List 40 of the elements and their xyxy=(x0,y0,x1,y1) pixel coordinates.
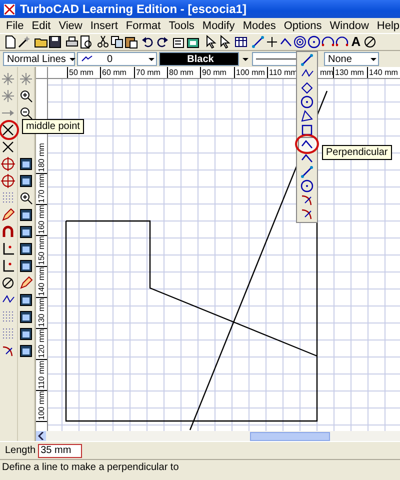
ruler-label: 70 mm xyxy=(134,67,160,78)
ruler-label: 110 mm xyxy=(36,360,47,391)
ruler-label: 50 mm xyxy=(67,67,94,78)
menu-item[interactable]: View xyxy=(54,18,86,33)
fill-dropdown[interactable]: None xyxy=(324,52,379,66)
menu-item[interactable]: Options xyxy=(280,18,326,33)
menu-item[interactable]: Tools xyxy=(164,18,198,33)
ruler-label: 100 mm xyxy=(234,67,265,78)
length-field[interactable]: 35 mm xyxy=(38,444,82,458)
ruler-label: 130 mm xyxy=(333,67,364,78)
ruler-label: 170 mm xyxy=(36,174,47,205)
ruler-label: 180 mm xyxy=(36,143,47,174)
ruler-label: 90 mm xyxy=(200,67,226,78)
ruler-label: 100 mm xyxy=(36,391,47,422)
menu-item[interactable]: Modes xyxy=(238,18,280,33)
toolbar-button[interactable]: A xyxy=(349,34,363,50)
menu-item[interactable]: Format xyxy=(122,18,165,33)
tooltip: middle point xyxy=(22,119,84,134)
ruler-label: 60 mm xyxy=(100,67,126,78)
ruler-label: 130 mm xyxy=(36,298,47,329)
menu-item[interactable]: File xyxy=(2,18,28,33)
menu-item[interactable]: Help xyxy=(372,18,400,33)
ruler-label: 140 mm xyxy=(36,267,47,298)
menu-item[interactable]: Window xyxy=(326,18,373,33)
tooltip: Perpendicular xyxy=(322,145,392,160)
menu-item[interactable]: Modify xyxy=(198,18,239,33)
menu-item[interactable]: Edit xyxy=(28,18,55,33)
ruler-label: mm xyxy=(319,67,334,78)
layer-dropdown[interactable]: 0 xyxy=(77,52,157,66)
ruler-label: 150 mm xyxy=(36,236,47,267)
ruler-label: 140 mm xyxy=(367,67,398,78)
menu-item[interactable]: Insert xyxy=(86,18,122,33)
length-label: Length xyxy=(5,445,36,456)
window-title: TurboCAD Learning Edition - [escocia1] xyxy=(20,2,246,16)
ruler-label: 160 mm xyxy=(36,205,47,236)
line-style-dropdown[interactable]: Normal Lines xyxy=(3,52,75,66)
ruler-label: 80 mm xyxy=(167,67,194,78)
status-message: Define a line to make a perpendicular to xyxy=(0,459,400,475)
color-dropdown[interactable]: Black xyxy=(159,52,239,66)
ruler-label: 120 mm xyxy=(36,329,47,360)
